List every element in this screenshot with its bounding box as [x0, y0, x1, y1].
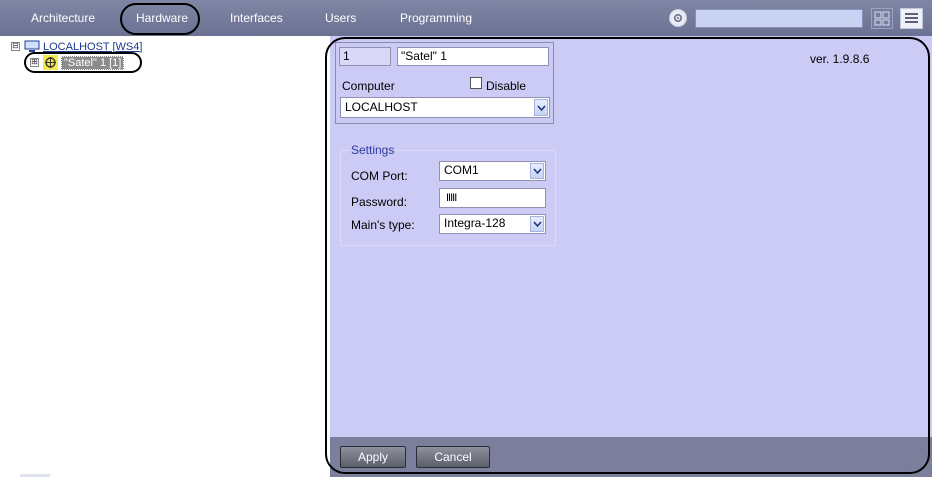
computer-select[interactable]: LOCALHOST	[340, 97, 550, 118]
version-label: ver. 1.9.8.6	[810, 52, 870, 66]
computer-select-value: LOCALHOST	[345, 100, 418, 114]
object-tree: ⊟ LOCALHOST [WS4] ⊞ "Satel" 1 [1]	[0, 36, 331, 477]
settings-group: Settings COM Port: COM1 Password: IIIII …	[340, 143, 556, 246]
search-input[interactable]	[695, 9, 863, 28]
tree-node-label: LOCALHOST [WS4]	[43, 40, 143, 53]
top-navigation-bar: Architecture Hardware Interfaces Users P…	[0, 0, 932, 36]
tab-architecture[interactable]: Architecture	[31, 11, 95, 25]
password-label: Password:	[351, 195, 408, 209]
mains-type-value: Integra-128	[444, 216, 506, 230]
password-field[interactable]: IIIII	[439, 188, 546, 208]
com-port-label: COM Port:	[351, 169, 408, 183]
menu-icon[interactable]	[900, 8, 923, 29]
layout-grid-icon[interactable]	[871, 8, 893, 29]
collapse-icon[interactable]: ⊟	[11, 42, 20, 51]
action-bar: Apply Cancel	[330, 437, 932, 477]
chevron-down-icon[interactable]	[530, 216, 544, 232]
settings-legend: Settings	[349, 143, 397, 157]
active-tab-highlight	[120, 3, 200, 35]
selected-node-highlight	[24, 52, 142, 73]
chevron-down-icon[interactable]	[534, 99, 548, 116]
tab-users[interactable]: Users	[325, 11, 356, 25]
settings-panel: ver. 1.9.8.6 1 "Satel" 1 Computer Disabl…	[330, 36, 932, 477]
object-id-field[interactable]: 1	[339, 47, 391, 66]
cancel-button[interactable]: Cancel	[416, 446, 490, 468]
tab-programming[interactable]: Programming	[400, 11, 472, 25]
mains-type-select[interactable]: Integra-128	[439, 214, 546, 234]
apply-button[interactable]: Apply	[340, 446, 406, 468]
com-port-value: COM1	[444, 163, 479, 177]
com-port-select[interactable]: COM1	[439, 161, 546, 181]
tab-interfaces[interactable]: Interfaces	[230, 11, 283, 25]
disable-label: Disable	[486, 79, 527, 93]
gear-icon[interactable]	[669, 9, 687, 27]
object-name-field[interactable]: "Satel" 1	[397, 47, 549, 66]
object-header-box: 1 "Satel" 1 Computer Disable LOCALHOST	[335, 42, 554, 124]
disable-checkbox[interactable]	[470, 77, 482, 89]
chevron-down-icon[interactable]	[530, 163, 544, 179]
computer-label: Computer	[342, 79, 395, 93]
mains-type-label: Main's type:	[351, 218, 415, 232]
